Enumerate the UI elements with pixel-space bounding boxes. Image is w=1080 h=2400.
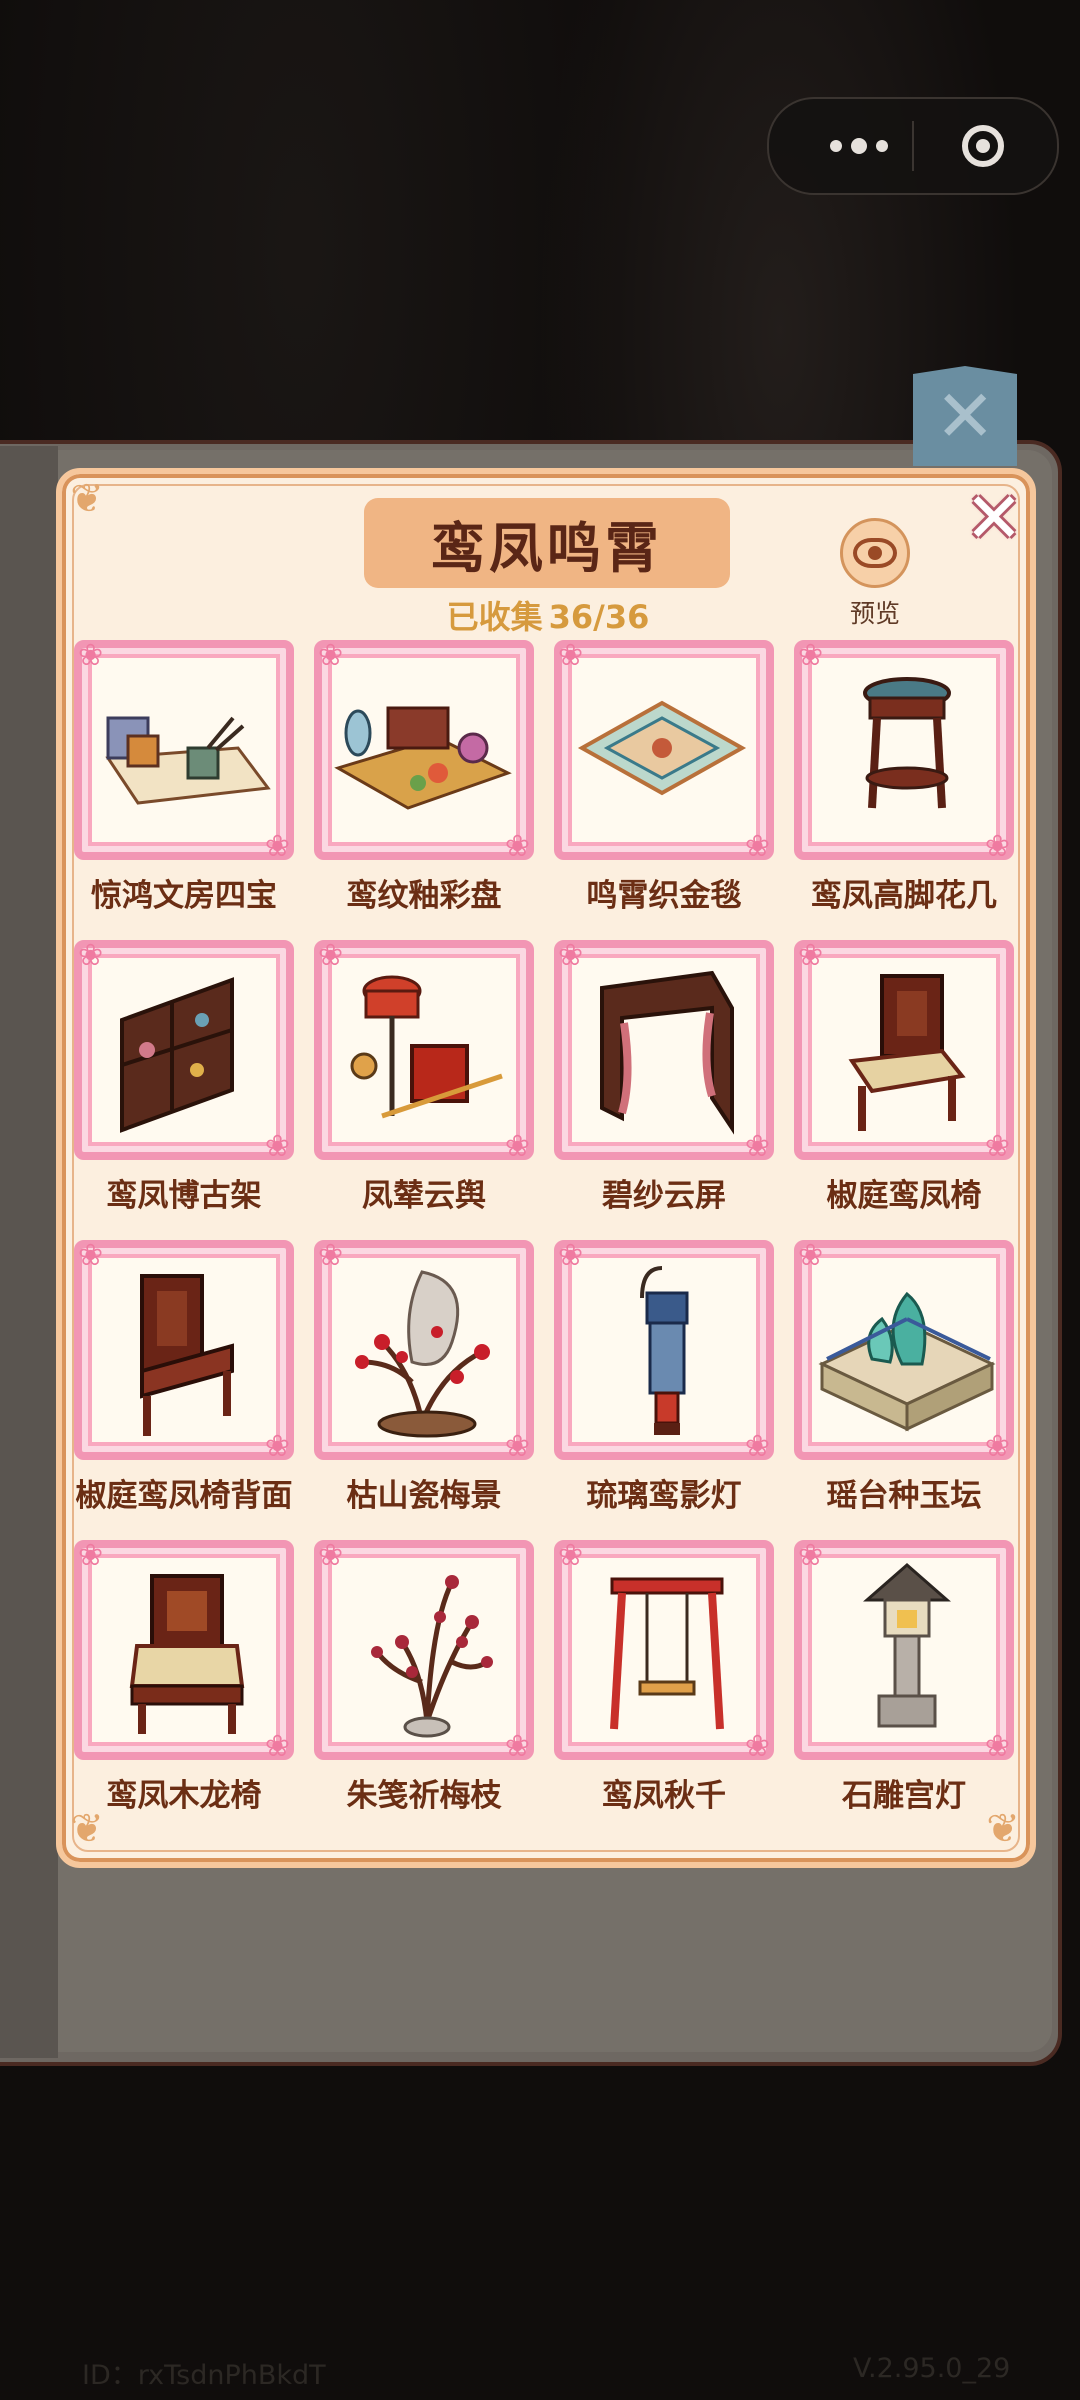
collection-item[interactable]: 枯山瓷梅景 — [310, 1238, 538, 1540]
close-icon[interactable]: ✕ — [958, 482, 1030, 554]
exit-target-icon[interactable] — [962, 125, 1004, 167]
collection-item[interactable]: 凤辇云舆 — [310, 938, 538, 1240]
wooden-throne-icon — [129, 1574, 245, 1734]
item-name: 鸾凤木龙椅 — [106, 1778, 262, 1814]
capsule-divider — [912, 121, 914, 171]
mini-program-capsule — [767, 97, 1059, 195]
more-options-icon[interactable] — [809, 99, 909, 193]
item-name: 朱笺祈梅枝 — [346, 1778, 502, 1814]
collection-title: 鸾凤鸣霄 — [364, 498, 730, 588]
progress-label: 已收集 — [446, 598, 543, 636]
collection-item[interactable]: 惊鸿文房四宝 — [70, 638, 298, 940]
item-name: 椒庭鸾凤椅背面 — [75, 1478, 293, 1514]
plum-rockery-icon — [355, 1270, 490, 1438]
item-name: 鸾凤高脚花几 — [811, 878, 997, 914]
phoenix-chair-icon — [848, 974, 966, 1131]
item-frame — [314, 1538, 534, 1764]
item-frame — [74, 938, 294, 1164]
item-frame — [554, 1238, 774, 1464]
collection-item[interactable]: 瑶台种玉坛 — [790, 1238, 1018, 1540]
carpet-icon — [577, 700, 747, 796]
item-frame — [314, 938, 534, 1164]
collection-item[interactable]: 鸾凤高脚花几 — [790, 638, 1018, 940]
collection-item[interactable]: 椒庭鸾凤椅 — [790, 938, 1018, 1240]
collection-item[interactable]: 鸾凤博古架 — [70, 938, 298, 1240]
item-frame — [794, 1538, 1014, 1764]
collection-item[interactable]: 鸣霄织金毯 — [550, 638, 778, 940]
glass-lantern-icon — [640, 1266, 689, 1435]
item-frame — [74, 1238, 294, 1464]
book-spine — [0, 446, 58, 2058]
item-name: 鸾凤博古架 — [106, 1178, 262, 1214]
collection-item[interactable]: 石雕宫灯 — [790, 1538, 1018, 1840]
sedan-chair-icon — [350, 975, 503, 1119]
preview-label[interactable]: 预览 — [835, 594, 915, 630]
item-name: 琉璃鸾影灯 — [586, 1478, 742, 1514]
eye-icon — [853, 538, 897, 568]
collection-item[interactable]: 鸾凤木龙椅 — [70, 1538, 298, 1840]
item-name: 椒庭鸾凤椅 — [826, 1178, 982, 1214]
item-name: 瑶台种玉坛 — [826, 1478, 982, 1514]
item-frame — [554, 1538, 774, 1764]
item-frame — [554, 638, 774, 864]
version-label: V.2.95.0_29 — [853, 2353, 1011, 2384]
collection-item[interactable]: 朱笺祈梅枝 — [310, 1538, 538, 1840]
item-name: 鸾凤秋千 — [602, 1778, 726, 1814]
item-frame — [74, 1538, 294, 1764]
item-frame — [314, 1238, 534, 1464]
study-set-icon — [105, 716, 271, 805]
item-name: 鸣霄织金毯 — [586, 878, 742, 914]
item-name: 枯山瓷梅景 — [346, 1478, 502, 1514]
user-id: ID：rxTsdnPhBkdT — [82, 2360, 326, 2391]
corner-ornament-icon: ❦ — [70, 476, 104, 522]
collection-item[interactable]: 椒庭鸾凤椅背面 — [70, 1238, 298, 1540]
bookmark-tab-icon[interactable] — [913, 366, 1017, 466]
item-frame — [794, 638, 1014, 864]
item-frame — [74, 638, 294, 864]
screen-arch-icon — [600, 970, 734, 1135]
item-name: 鸾纹釉彩盘 — [346, 878, 502, 914]
item-name: 碧纱云屏 — [602, 1178, 726, 1214]
item-name: 惊鸿文房四宝 — [91, 878, 277, 914]
jade-altar-icon — [818, 1291, 996, 1432]
progress-value: 36/36 — [548, 598, 650, 636]
flower-stand-icon — [863, 677, 951, 809]
curio-shelf-icon — [120, 977, 234, 1133]
item-name: 凤辇云舆 — [362, 1178, 486, 1214]
collection-item[interactable]: 鸾凤秋千 — [550, 1538, 778, 1840]
item-frame — [554, 938, 774, 1164]
collection-progress: 已收集 36/36 — [380, 592, 710, 638]
plum-branch-icon — [371, 1575, 493, 1738]
item-grid: 惊鸿文房四宝 鸾纹釉彩盘 鸣霄织金毯 — [70, 638, 1020, 1820]
stone-lantern-icon — [863, 1563, 951, 1728]
tea-tray-icon — [334, 706, 512, 810]
item-frame — [794, 1238, 1014, 1464]
item-frame — [794, 938, 1014, 1164]
collection-item[interactable]: 碧纱云屏 — [550, 938, 778, 1240]
chair-back-icon — [140, 1274, 234, 1436]
item-frame — [314, 638, 534, 864]
collection-item[interactable]: 琉璃鸾影灯 — [550, 1238, 778, 1540]
collection-item[interactable]: 鸾纹釉彩盘 — [310, 638, 538, 940]
preview-button[interactable] — [840, 518, 910, 588]
swing-icon — [610, 1577, 724, 1730]
item-name: 石雕宫灯 — [842, 1778, 966, 1814]
